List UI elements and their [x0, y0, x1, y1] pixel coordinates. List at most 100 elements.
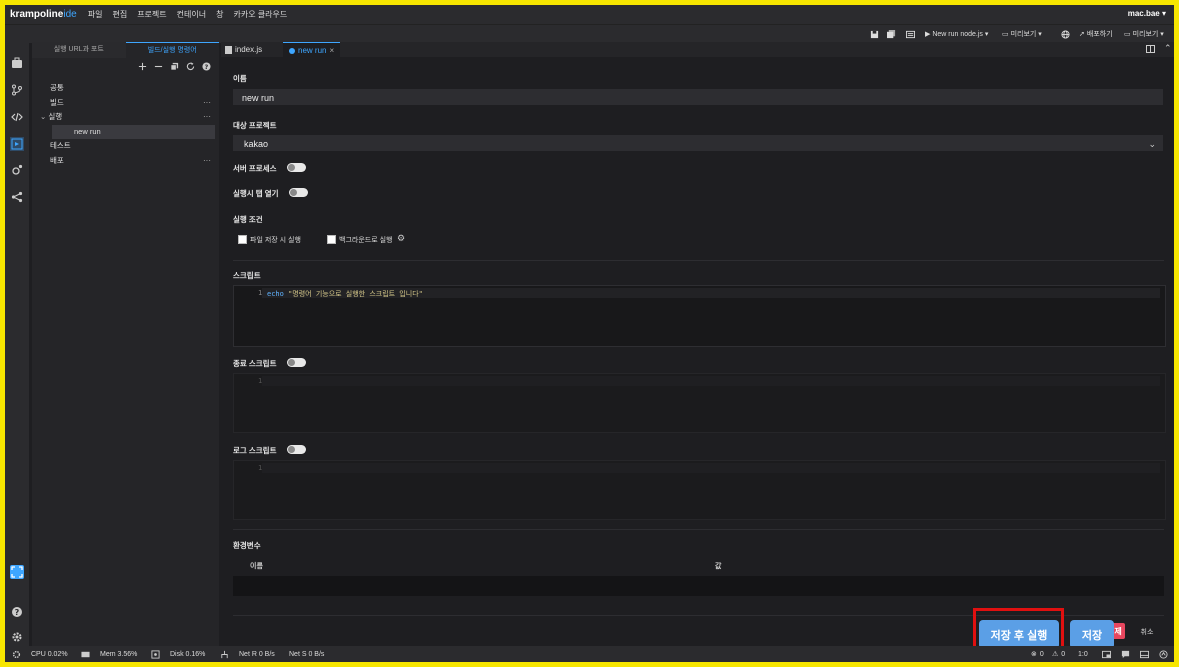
globe-icon[interactable] — [1061, 28, 1070, 40]
refresh-icon[interactable] — [186, 61, 195, 71]
run-on-save-label: 파일 저장 시 실행 — [250, 237, 301, 244]
tree-label: 배포 — [50, 155, 64, 165]
git-branch-icon[interactable] — [10, 83, 24, 97]
tree-label: new run — [74, 126, 101, 136]
share-icon[interactable] — [10, 190, 24, 204]
remove-icon[interactable] — [154, 62, 163, 71]
terminal-icon[interactable] — [906, 28, 915, 40]
net-receive: Net R 0 B/s — [239, 650, 275, 658]
warnings-indicator[interactable]: ⚠ 0 — [1052, 646, 1065, 662]
run-condition-label: 실행 조건 — [233, 215, 263, 224]
collapse-icon[interactable]: ⌃ — [1164, 43, 1172, 54]
fullscreen-icon[interactable] — [10, 565, 24, 579]
server-process-toggle[interactable] — [287, 163, 306, 172]
project-label: 대상 프로젝트 — [233, 121, 277, 130]
run-config-label: New run node.js — [932, 30, 983, 38]
build-run-icon[interactable] — [10, 137, 24, 151]
copy-icon[interactable] — [170, 62, 179, 71]
chat-icon[interactable] — [1121, 646, 1130, 662]
tree-label: 빌드 — [50, 97, 64, 107]
tree-item-common[interactable]: 공통 — [32, 81, 219, 96]
menu-edit[interactable]: 편집 — [112, 9, 127, 20]
tab-label: new run — [298, 46, 327, 55]
memory-usage: Mem 3.56% — [100, 650, 138, 658]
cancel-button[interactable]: 취소 — [1134, 625, 1160, 638]
open-tab-label: 실행시 탭 열기 — [233, 189, 279, 198]
menu-container[interactable]: 컨테이너 — [177, 9, 206, 20]
status-bar: CPU 0.02% Mem 3.56% Disk 0.16% Net R 0 B… — [5, 646, 1174, 662]
save-icon[interactable] — [870, 28, 879, 40]
notification-icon[interactable] — [1159, 646, 1168, 662]
errors-indicator[interactable]: ⊗ 0 — [1031, 646, 1044, 662]
project-explorer-icon[interactable] — [10, 56, 24, 70]
end-script-toggle[interactable] — [287, 358, 306, 367]
more-icon[interactable]: ··· — [203, 154, 211, 169]
env-vars-label: 환경변수 — [233, 541, 261, 550]
user-menu[interactable]: mac.bae ▾ — [1128, 9, 1166, 18]
save-all-icon[interactable] — [887, 28, 896, 40]
toolbar: ▶ New run node.js ▾ ▭ 미리보기 ▾ ➚ 배포하기 ▭ 미리… — [5, 24, 1174, 43]
app-logo[interactable]: krampolineide — [10, 9, 77, 20]
container-settings-icon[interactable] — [10, 163, 24, 177]
tab-run-url-port[interactable]: 실행 URL과 포트 — [32, 42, 126, 58]
menu-window[interactable]: 창 — [216, 9, 223, 20]
background-run-label: 백그라운드로 실행 — [339, 237, 393, 244]
line-number: 1 — [258, 464, 263, 472]
run-config-select[interactable]: ▶ New run node.js ▾ — [925, 28, 988, 40]
caret-down-icon: ▾ — [1160, 31, 1164, 38]
tab-build-run-commands[interactable]: 빌드/실행 명령어 — [125, 42, 219, 58]
name-input[interactable]: new run — [233, 89, 1163, 105]
script-editor[interactable]: 1 echo "명령어 기능으로 실행한 스크립트 입니다" — [233, 285, 1166, 347]
split-editor-icon[interactable] — [1146, 45, 1155, 53]
more-icon[interactable]: ··· — [203, 96, 211, 111]
save-button[interactable]: 저장 — [1070, 620, 1114, 649]
project-value: kakao — [244, 139, 269, 149]
deploy-button[interactable]: ➚ 배포하기 — [1079, 28, 1113, 40]
line-number: 1 — [258, 289, 263, 297]
tree-item-build[interactable]: 빌드 ··· — [32, 96, 219, 111]
chevron-down-icon: ⌄ — [1148, 139, 1156, 149]
warning-icon: ⚠ — [1052, 651, 1059, 658]
script-code-line[interactable]: echo "명령어 기능으로 실행한 스크립트 입니다" — [267, 289, 423, 299]
settings-icon[interactable] — [12, 646, 21, 662]
open-tab-toggle[interactable] — [289, 188, 308, 197]
code-icon[interactable] — [10, 110, 24, 124]
gear-icon[interactable]: ⚙ — [397, 233, 405, 244]
warning-count: 0 — [1061, 650, 1066, 658]
sidebar-toolbar: ? — [32, 58, 219, 74]
tree-item-run[interactable]: ⌄ 실행 ··· — [32, 110, 219, 125]
end-script-label: 종료 스크립트 — [233, 359, 277, 368]
panel-icon[interactable] — [1140, 646, 1149, 662]
add-icon[interactable] — [138, 62, 147, 71]
disk-icon — [151, 646, 160, 662]
close-icon[interactable]: × — [329, 43, 334, 58]
env-col-name: 이름 — [250, 563, 263, 570]
preview-button[interactable]: ▭ 미리보기 ▾ — [1002, 28, 1042, 40]
end-script-editor[interactable]: 1 — [233, 373, 1166, 433]
tree-item-new-run[interactable]: new run — [52, 124, 215, 139]
project-select[interactable]: kakao ⌄ — [233, 135, 1163, 151]
chevron-down-icon[interactable]: ⌄ — [40, 112, 46, 121]
tree-item-deploy[interactable]: 배포 ··· — [32, 154, 219, 169]
run-on-save-checkbox[interactable] — [238, 235, 247, 244]
menu-kakao-cloud[interactable]: 카카오 클라우드 — [233, 9, 287, 20]
menu-project[interactable]: 프로젝트 — [137, 9, 166, 20]
tab-index-js[interactable]: index.js — [225, 42, 262, 57]
tree-item-test[interactable]: 테스트 — [32, 139, 219, 154]
menu-file[interactable]: 파일 — [88, 9, 103, 20]
help-icon[interactable]: ? — [10, 605, 24, 619]
log-script-toggle[interactable] — [287, 445, 306, 454]
disk-usage: Disk 0.16% — [170, 650, 206, 658]
env-vars-row[interactable] — [233, 576, 1164, 596]
background-run-checkbox[interactable] — [327, 235, 336, 244]
tab-new-run[interactable]: new run × — [283, 42, 341, 58]
preview2-button[interactable]: ▭ 미리보기 ▾ — [1124, 28, 1164, 40]
save-and-run-button[interactable]: 저장 후 실행 — [979, 620, 1059, 649]
preview2-label: 미리보기 — [1132, 31, 1159, 38]
help-icon[interactable]: ? — [202, 61, 211, 71]
settings-gear-icon[interactable] — [10, 630, 24, 644]
layout-icon[interactable] — [1102, 646, 1111, 662]
editor-area: index.js new run × ⌃ 이름 new run 대상 프로젝트 k… — [221, 42, 1174, 654]
log-script-editor[interactable]: 1 — [233, 460, 1166, 520]
more-icon[interactable]: ··· — [203, 110, 211, 125]
